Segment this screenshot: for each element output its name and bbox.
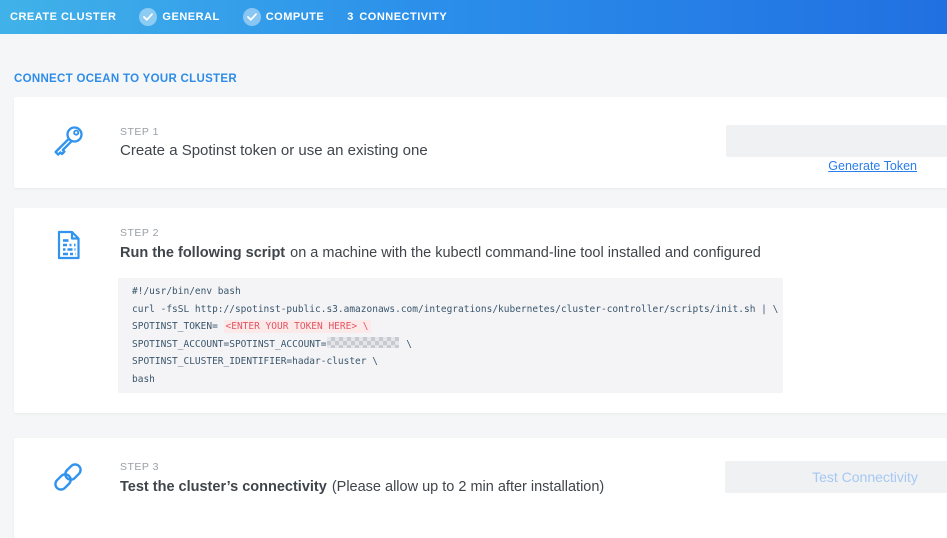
check-circle-icon: [139, 8, 157, 26]
wizard-step-connectivity[interactable]: 3 CONNECTIVITY: [347, 11, 447, 23]
step-label: STEP 3: [120, 461, 159, 473]
wizard-step-label: CONNECTIVITY: [359, 11, 447, 23]
step-title-bold: Test the cluster’s connectivity: [120, 479, 327, 495]
step-label: STEP 2: [120, 227, 159, 239]
check-icon: [247, 13, 257, 21]
wizard-step-number: 3: [347, 11, 353, 23]
wizard-step-compute[interactable]: COMPUTE: [243, 8, 325, 26]
wizard-bar: CREATE CLUSTER GENERAL COMPUTE 3 CONNECT…: [0, 0, 947, 34]
step-title: Run the following script on a machine wit…: [120, 245, 761, 261]
wizard-title: CREATE CLUSTER: [10, 11, 116, 23]
link-icon: [48, 457, 88, 497]
token-placeholder-highlight: <ENTER YOUR TOKEN HERE> \: [224, 320, 371, 333]
wizard-step-label: GENERAL: [162, 11, 219, 23]
step-title-bold: Run the following script: [120, 245, 285, 261]
step-title: Create a Spotinst token or use an existi…: [120, 142, 428, 159]
test-connectivity-button[interactable]: Test Connectivity: [725, 461, 947, 493]
document-icon: [48, 225, 88, 265]
step-title-rest: on a machine with the kubectl command-li…: [290, 245, 761, 261]
install-script-code-block: #!/usr/bin/env bash curl -fsSL http://sp…: [118, 278, 783, 393]
check-circle-icon: [243, 8, 261, 26]
token-input[interactable]: [726, 125, 947, 157]
wizard-step-general[interactable]: GENERAL: [139, 8, 219, 26]
redacted-account-id: [327, 337, 399, 348]
step2-card: STEP 2 Run the following script on a mach…: [14, 208, 947, 413]
generate-token-link[interactable]: Generate Token: [828, 159, 917, 173]
step1-card: STEP 1 Create a Spotinst token or use an…: [14, 97, 947, 188]
key-icon: [48, 122, 88, 162]
step-title: Test the cluster’s connectivity (Please a…: [120, 479, 604, 495]
page-title: CONNECT OCEAN TO YOUR CLUSTER: [14, 73, 237, 85]
step3-card: STEP 3 Test the cluster’s connectivity (P…: [14, 438, 947, 538]
check-icon: [143, 13, 153, 21]
step-title-rest: (Please allow up to 2 min after installa…: [332, 479, 604, 495]
script-line: #!/usr/bin/env bash curl -fsSL http://sp…: [132, 283, 769, 388]
wizard-step-label: COMPUTE: [266, 11, 325, 23]
step-label: STEP 1: [120, 126, 159, 138]
